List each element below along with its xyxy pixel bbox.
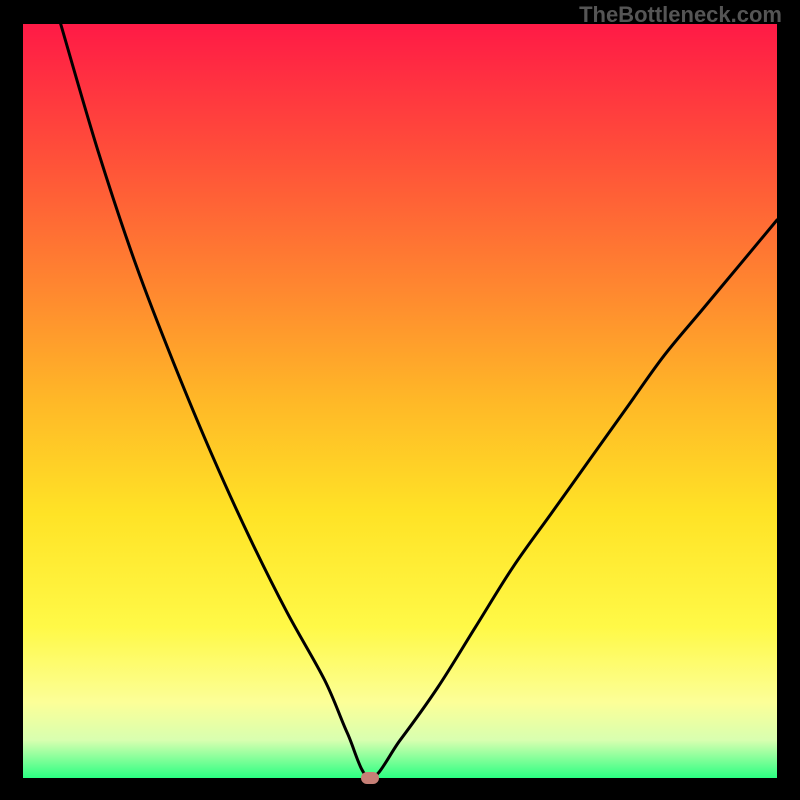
plot-area — [23, 24, 777, 778]
optimal-point-marker — [361, 772, 379, 784]
chart-frame: TheBottleneck.com — [0, 0, 800, 800]
bottleneck-curve — [23, 24, 777, 778]
